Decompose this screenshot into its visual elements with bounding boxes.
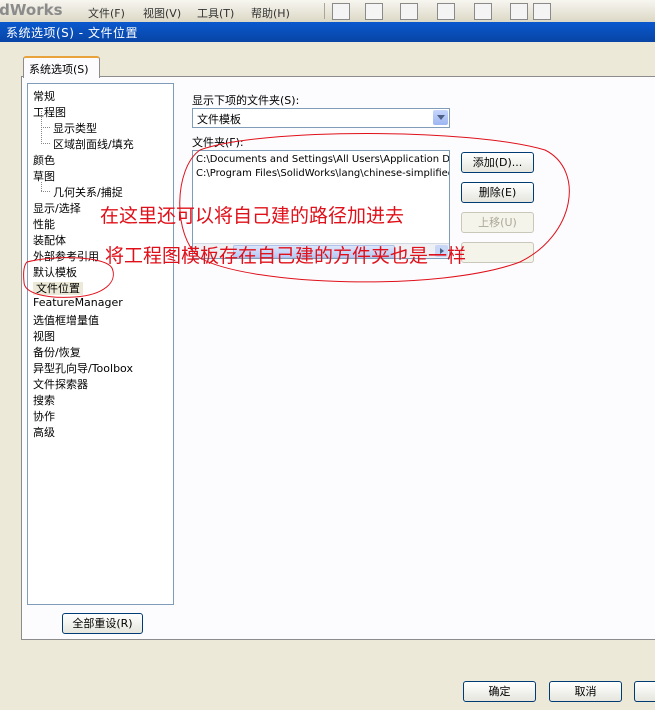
annotation-text-line1: 在这里还可以将自己建的路径加进去 (100, 205, 405, 227)
annotation-text-line2: 将工程图模板存在自己建的方件夹也是一样 (105, 245, 467, 267)
annotation-overlay (23, 133, 570, 298)
annotation-ellipse-tree (23, 257, 114, 298)
